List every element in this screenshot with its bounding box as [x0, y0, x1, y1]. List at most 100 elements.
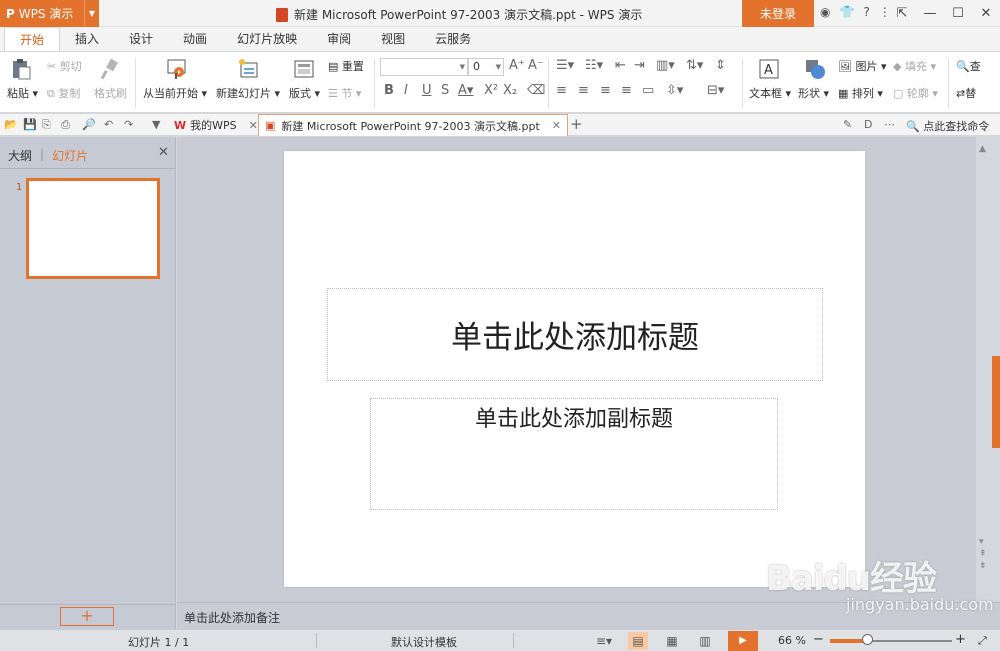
zoom-slider-knob[interactable]: [861, 634, 873, 645]
wps-menu-button[interactable]: P WPS 演示 ▼: [0, 0, 99, 27]
shape-button[interactable]: 形状 ▾: [798, 85, 829, 101]
superscript-icon[interactable]: X²: [484, 83, 498, 98]
font-size-select[interactable]: 0 ▼: [468, 58, 504, 76]
fit-window-icon[interactable]: ⤢: [978, 634, 987, 648]
distribute-icon[interactable]: ▭: [642, 83, 654, 98]
increase-indent-icon[interactable]: ⇥: [634, 58, 645, 73]
close-icon[interactable]: ✕: [158, 145, 169, 160]
redo-icon[interactable]: ↷: [124, 118, 133, 131]
find-button[interactable]: 🔍查: [956, 58, 981, 74]
close-icon[interactable]: ✕: [972, 0, 1000, 27]
justify-icon[interactable]: ≡: [621, 83, 632, 98]
decrease-font-icon[interactable]: A⁻: [528, 58, 544, 73]
tab-slides[interactable]: 幻灯片: [52, 147, 88, 164]
my-wps-tab[interactable]: W 我的WPS ✕: [168, 114, 264, 136]
scrollbar-handle[interactable]: [992, 356, 1000, 448]
export-pdf-icon[interactable]: ⎘: [42, 118, 51, 132]
replace-button[interactable]: ⇄替: [956, 85, 976, 101]
arrange-button[interactable]: ▦ 排列 ▾: [838, 85, 883, 101]
decrease-indent-icon[interactable]: ⇤: [615, 58, 626, 73]
minimize-icon[interactable]: —: [916, 0, 944, 27]
copy-button[interactable]: ⧉ 复制: [47, 85, 80, 101]
zoom-in-icon[interactable]: +: [955, 632, 966, 647]
paste-button[interactable]: 粘贴 ▾: [7, 85, 38, 101]
tab-home[interactable]: 开始: [4, 27, 61, 51]
skill-icon[interactable]: ✎: [843, 118, 852, 131]
fill-button[interactable]: ◆ 填充 ▾: [893, 58, 936, 74]
numbering-icon[interactable]: ☷▾: [585, 58, 603, 73]
tab-view[interactable]: 视图: [366, 27, 420, 51]
font-color-icon[interactable]: A▾: [458, 83, 473, 98]
customize-chevron-icon[interactable]: ▼: [152, 118, 160, 131]
tab-review[interactable]: 审阅: [312, 27, 366, 51]
increase-font-icon[interactable]: A⁺: [509, 58, 525, 73]
italic-icon[interactable]: I: [404, 83, 408, 98]
underline-icon[interactable]: U: [422, 83, 432, 98]
columns-icon[interactable]: ▥▾: [656, 58, 675, 73]
bullets-icon[interactable]: ☰▾: [556, 58, 574, 73]
line-spacing-icon[interactable]: ⇕: [715, 58, 726, 73]
print-preview-icon[interactable]: 🔎: [82, 118, 96, 131]
format-painter-button[interactable]: 格式刷: [94, 85, 127, 101]
tab-design[interactable]: 设计: [114, 27, 168, 51]
normal-view-icon[interactable]: ▤: [628, 632, 648, 650]
tab-insert[interactable]: 插入: [60, 27, 114, 51]
tab-slideshow[interactable]: 幻灯片放映: [222, 27, 312, 51]
paragraph-spacing-icon[interactable]: ⇳▾: [666, 83, 683, 98]
close-icon[interactable]: ✕: [552, 119, 561, 132]
shirt-icon[interactable]: 👕: [839, 5, 854, 19]
tab-outline[interactable]: 大纲: [8, 147, 32, 164]
more-icon[interactable]: ⋯: [884, 118, 895, 131]
slide-sorter-icon[interactable]: ▦: [662, 632, 682, 650]
slide-thumbnail[interactable]: [26, 178, 160, 279]
new-slide-button[interactable]: 新建幻灯片 ▾: [216, 85, 280, 101]
align-right-icon[interactable]: ≡: [600, 83, 611, 98]
new-tab-icon[interactable]: +: [570, 115, 583, 133]
reading-view-icon[interactable]: ▥: [695, 632, 715, 650]
zoom-out-icon[interactable]: −: [813, 632, 824, 647]
print-icon[interactable]: ⎙: [61, 118, 70, 132]
slideshow-play-button[interactable]: ▶: [728, 631, 758, 651]
close-icon[interactable]: ✕: [249, 119, 258, 132]
open-folder-icon[interactable]: 📂: [4, 118, 18, 131]
share-icon[interactable]: D: [864, 118, 872, 131]
command-search[interactable]: 🔍 点此查找命令: [906, 118, 989, 134]
subtitle-placeholder[interactable]: 单击此处添加副标题: [370, 398, 778, 510]
text-box-button[interactable]: 文本框 ▾: [749, 85, 791, 101]
skin-icon[interactable]: ◉: [820, 5, 830, 19]
login-button[interactable]: 未登录: [742, 0, 814, 27]
tab-cloud-service[interactable]: 云服务: [420, 27, 486, 51]
add-slide-button[interactable]: +: [60, 607, 114, 626]
help-icon[interactable]: ?: [863, 5, 869, 19]
zoom-level[interactable]: 66 %: [778, 634, 806, 647]
quick-access-bar: 📂 💾 ⎘ ⎙ 🔎 ↶ ↷ ▼ W 我的WPS ✕ ▣ 新建 Microsoft…: [0, 114, 1000, 136]
restore-ribbon-icon[interactable]: ⇱: [888, 0, 916, 27]
maximize-icon[interactable]: ☐: [944, 0, 972, 27]
bold-icon[interactable]: B: [384, 83, 394, 98]
vertical-align-icon[interactable]: ⊟▾: [707, 83, 724, 98]
chevron-down-icon[interactable]: ▼: [84, 0, 99, 27]
font-name-select[interactable]: ▼: [380, 58, 468, 76]
clear-format-icon[interactable]: ⌫: [527, 83, 545, 98]
document-tab[interactable]: ▣ 新建 Microsoft PowerPoint 97-2003 演示文稿.p…: [258, 114, 568, 136]
slide-canvas[interactable]: 单击此处添加标题 单击此处添加副标题: [284, 151, 865, 587]
scroll-up-icon[interactable]: ▲: [979, 144, 986, 154]
align-left-icon[interactable]: ≡: [556, 83, 567, 98]
picture-button[interactable]: 🖼 图片 ▾: [838, 58, 887, 74]
align-center-icon[interactable]: ≡: [578, 83, 589, 98]
reset-button[interactable]: ▤ 重置: [328, 58, 364, 74]
subscript-icon[interactable]: X₂: [503, 83, 517, 98]
save-icon[interactable]: 💾: [23, 118, 37, 131]
undo-icon[interactable]: ↶: [104, 118, 113, 131]
layout-button[interactable]: 版式 ▾: [289, 85, 320, 101]
cut-button[interactable]: ✂ 剪切: [47, 58, 82, 74]
notes-toggle-icon[interactable]: ≡▾: [594, 632, 614, 650]
title-placeholder[interactable]: 单击此处添加标题: [327, 288, 823, 381]
shadow-icon[interactable]: S: [441, 83, 449, 98]
outline-button[interactable]: ▢ 轮廓 ▾: [893, 85, 938, 101]
template-name[interactable]: 默认设计模板: [391, 634, 457, 650]
start-from-current-button[interactable]: 从当前开始 ▾: [143, 85, 207, 101]
text-direction-icon[interactable]: ⇅▾: [686, 58, 703, 73]
section-button[interactable]: ☰ 节 ▾: [328, 85, 361, 101]
tab-animation[interactable]: 动画: [168, 27, 222, 51]
